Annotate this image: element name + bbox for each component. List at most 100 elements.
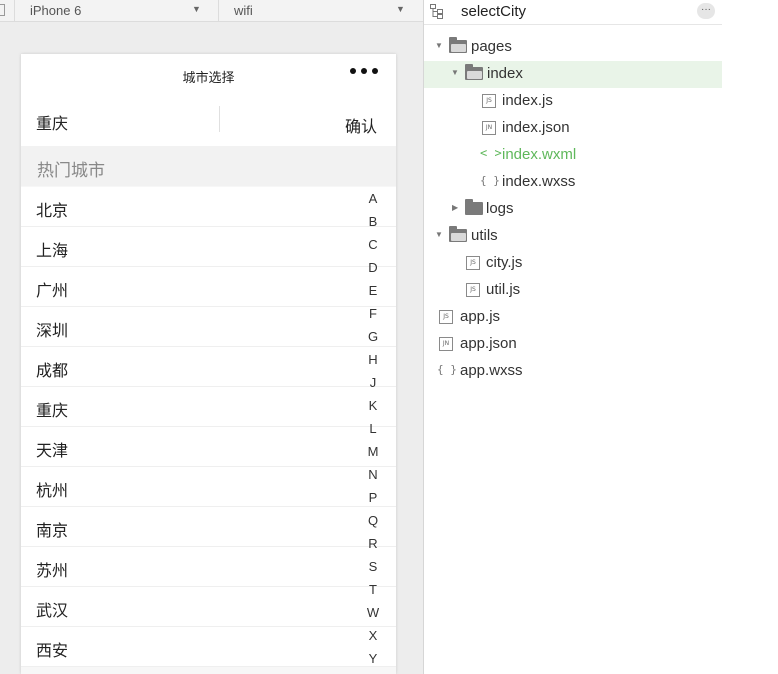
city-list-item[interactable]: 武汉: [21, 587, 396, 627]
caret-down-icon[interactable]: ▼: [435, 230, 443, 239]
tree-item-label: index: [487, 65, 523, 82]
network-chevron-down-icon[interactable]: ▼: [396, 4, 405, 14]
alphabet-letter[interactable]: R: [361, 533, 385, 556]
current-city-bar: 重庆 确认: [21, 96, 396, 146]
alphabet-letter[interactable]: C: [361, 234, 385, 257]
current-city-value[interactable]: 重庆: [36, 110, 68, 134]
alphabet-letter[interactable]: L: [361, 418, 385, 441]
js-file-icon: JS: [439, 310, 453, 324]
folder-open-icon: [465, 64, 483, 80]
hot-cities-title: 热门城市: [37, 161, 105, 180]
tree-file-city-js[interactable]: JS city.js: [424, 250, 722, 277]
tree-file-app-js[interactable]: JS app.js: [424, 304, 722, 331]
alphabet-letter[interactable]: Q: [361, 510, 385, 533]
tree-folder-utils[interactable]: ▼ utils: [424, 223, 722, 250]
city-name: 成都: [36, 363, 69, 380]
alphabet-letter[interactable]: Y: [361, 648, 385, 671]
tree-item-label: util.js: [486, 281, 521, 298]
more-options-button[interactable]: ···: [697, 3, 715, 19]
city-name: 苏州: [36, 563, 69, 580]
folder-open-icon: [449, 226, 467, 242]
js-file-icon: JS: [466, 283, 480, 297]
city-list-item[interactable]: 重庆: [21, 387, 396, 427]
city-list-item[interactable]: 广州: [21, 267, 396, 307]
alphabet-letter[interactable]: K: [361, 395, 385, 418]
city-name: 天津: [36, 443, 69, 460]
city-name: 南京: [36, 523, 69, 540]
city-name: 西安: [36, 643, 69, 660]
alphabet-letter[interactable]: P: [361, 487, 385, 510]
city-list-item[interactable]: 苏州: [21, 547, 396, 587]
city-list-item[interactable]: 北京: [21, 187, 396, 227]
caret-down-icon[interactable]: ▼: [435, 41, 443, 50]
tree-file-app-wxss[interactable]: { } app.wxss: [424, 358, 722, 385]
tree-file-index-json[interactable]: JN index.json: [424, 115, 722, 142]
alphabet-letter[interactable]: H: [361, 349, 385, 372]
alphabet-index[interactable]: A B C D E F G H J K L M N P Q R S T W X …: [361, 188, 385, 674]
tree-file-index-wxss[interactable]: { } index.wxss: [424, 169, 722, 196]
nav-bar: 城市选择: [21, 54, 396, 96]
wxss-file-icon: { }: [480, 174, 500, 187]
hot-cities-header: 热门城市: [21, 146, 396, 186]
city-name: 杭州: [36, 483, 69, 500]
project-title: selectCity: [461, 3, 527, 20]
city-name: 武汉: [36, 603, 69, 620]
tree-folder-pages[interactable]: ▼ pages: [424, 34, 722, 61]
city-list-item[interactable]: 深圳: [21, 307, 396, 347]
tree-file-index-wxml[interactable]: < > index.wxml: [424, 142, 722, 169]
alphabet-letter[interactable]: S: [361, 556, 385, 579]
alphabet-letter[interactable]: B: [361, 211, 385, 234]
alphabet-letter[interactable]: T: [361, 579, 385, 602]
tree-folder-logs[interactable]: ▶ logs: [424, 196, 722, 223]
js-file-icon: JS: [466, 256, 480, 270]
js-file-icon: JS: [482, 94, 496, 108]
city-list-item[interactable]: 上海: [21, 227, 396, 267]
device-chevron-down-icon[interactable]: ▼: [192, 4, 201, 14]
city-name: 上海: [36, 243, 69, 260]
explorer-header: selectCity ···: [424, 0, 722, 25]
tree-file-util-js[interactable]: JS util.js: [424, 277, 722, 304]
network-select[interactable]: wifi: [234, 3, 253, 18]
city-list-item[interactable]: 成都: [21, 347, 396, 387]
divider: [219, 106, 220, 132]
wxml-file-icon: < >: [480, 146, 502, 160]
alphabet-letter[interactable]: M: [361, 441, 385, 464]
rotate-device-icon[interactable]: [0, 4, 5, 16]
tree-folder-index[interactable]: ▼ index: [424, 61, 722, 88]
alphabet-letter[interactable]: W: [361, 602, 385, 625]
tree-item-label: app.wxss: [460, 362, 523, 379]
alphabet-letter[interactable]: J: [361, 372, 385, 395]
alphabet-letter[interactable]: G: [361, 326, 385, 349]
city-name: 重庆: [36, 403, 69, 420]
city-name: 深圳: [36, 323, 69, 340]
tree-file-app-json[interactable]: JN app.json: [424, 331, 722, 358]
city-list-item[interactable]: 杭州: [21, 467, 396, 507]
device-select[interactable]: iPhone 6: [30, 3, 81, 18]
city-list-item[interactable]: 天津: [21, 427, 396, 467]
file-explorer: selectCity ··· ▼ pages ▼ index JS index.…: [424, 0, 778, 674]
alphabet-letter[interactable]: E: [361, 280, 385, 303]
caret-down-icon[interactable]: ▼: [451, 68, 459, 77]
alphabet-letter[interactable]: A: [361, 188, 385, 211]
more-menu-icon[interactable]: [350, 68, 378, 74]
tree-file-index-js[interactable]: JS index.js: [424, 88, 722, 115]
alphabet-letter[interactable]: F: [361, 303, 385, 326]
folder-open-icon: [449, 37, 467, 53]
alphabet-letter[interactable]: X: [361, 625, 385, 648]
tree-item-label: pages: [471, 38, 512, 55]
confirm-button[interactable]: 确认: [345, 113, 377, 137]
city-name: 北京: [36, 203, 69, 220]
city-list-item[interactable]: 西安: [21, 627, 396, 667]
city-list-item[interactable]: 南京: [21, 507, 396, 547]
tree-item-label: app.js: [460, 308, 501, 325]
caret-right-icon[interactable]: ▶: [452, 203, 458, 212]
city-name: 广州: [36, 283, 69, 300]
tree-item-label: city.js: [486, 254, 523, 271]
json-file-icon: JN: [482, 121, 496, 135]
phone-screen: 城市选择 重庆 确认 热门城市 北京 上海 广州 深圳 成都 重庆 天津 杭州 …: [21, 54, 396, 674]
tree-item-label: utils: [471, 227, 498, 244]
alphabet-letter[interactable]: D: [361, 257, 385, 280]
tree-item-label: logs: [486, 200, 514, 217]
alphabet-letter[interactable]: N: [361, 464, 385, 487]
project-tree-icon: [430, 4, 443, 19]
